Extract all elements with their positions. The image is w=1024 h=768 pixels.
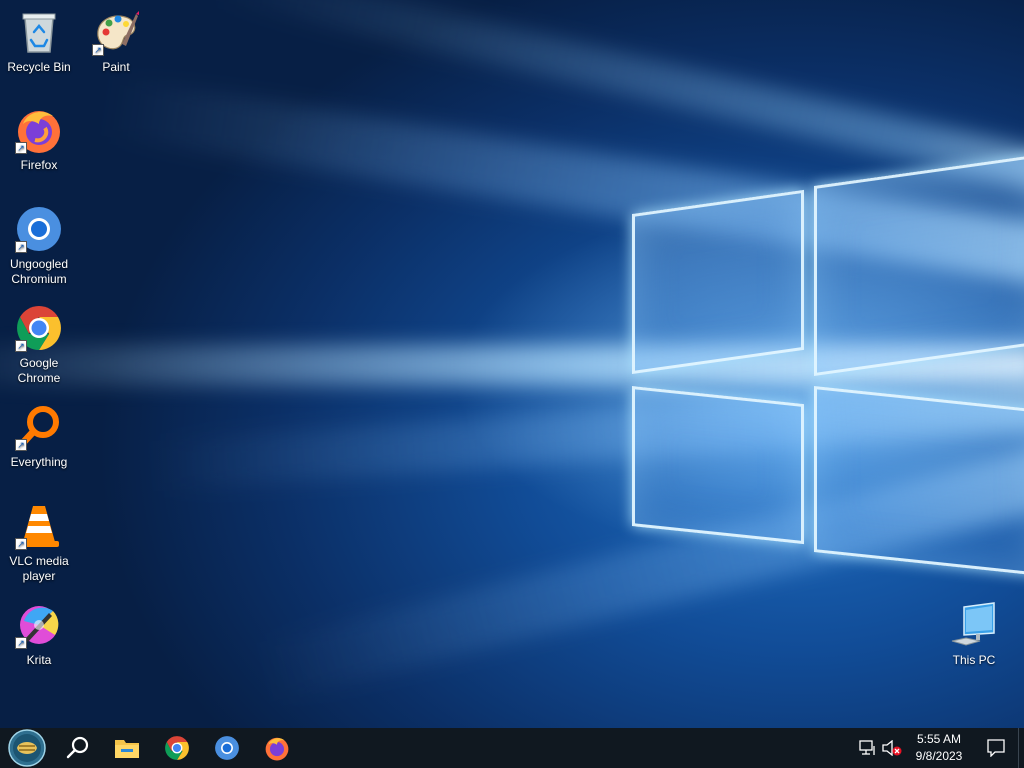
search-button[interactable] bbox=[54, 728, 102, 768]
taskbar-firefox[interactable] bbox=[252, 728, 302, 768]
system-tray: 5:55 AM 9/8/2023 bbox=[856, 728, 1024, 768]
windows-logo-pane bbox=[814, 154, 1024, 376]
firefox-label: Firefox bbox=[20, 158, 58, 172]
clock-time: 5:55 AM bbox=[916, 732, 962, 746]
volume-tray-button[interactable] bbox=[880, 728, 904, 768]
shortcut-arrow-icon: ↗ bbox=[15, 340, 27, 352]
desktop-icon-krita[interactable]: ↗ Krita bbox=[1, 601, 77, 668]
vlc-cone-icon: ↗ bbox=[15, 502, 63, 550]
google-chrome-icon: ↗ bbox=[15, 304, 63, 352]
desktop-icon-paint[interactable]: ↗ Paint bbox=[78, 8, 154, 75]
chromium-icon bbox=[215, 736, 239, 760]
taskbar-chromium[interactable] bbox=[202, 728, 252, 768]
krita-label: Krita bbox=[26, 653, 52, 667]
file-explorer-icon bbox=[115, 740, 139, 758]
taskbar: 5:55 AM 9/8/2023 bbox=[0, 728, 1024, 768]
search-icon bbox=[66, 736, 89, 759]
clock-date: 9/8/2023 bbox=[915, 749, 963, 763]
volume-muted-icon bbox=[882, 740, 902, 756]
this-pc-icon bbox=[950, 601, 998, 649]
shortcut-arrow-icon: ↗ bbox=[15, 637, 27, 649]
everything-search-icon: ↗ bbox=[15, 403, 63, 451]
recycle-bin-label: Recycle Bin bbox=[7, 60, 71, 74]
windows-logo-pane bbox=[632, 189, 804, 374]
desktop-icon-this-pc[interactable]: This PC bbox=[936, 601, 1012, 668]
desktop-icon-vlc[interactable]: ↗ VLC media player bbox=[1, 502, 77, 584]
firefox-icon: ↗ bbox=[15, 106, 63, 154]
wallpaper-light-beam bbox=[207, 0, 1024, 201]
this-pc-label: This PC bbox=[952, 653, 996, 667]
paint-palette-icon: ↗ bbox=[92, 8, 140, 56]
everything-label: Everything bbox=[10, 455, 68, 469]
desktop-icon-google-chrome[interactable]: ↗ Google Chrome bbox=[1, 304, 77, 386]
desktop-icon-firefox[interactable]: ↗ Firefox bbox=[1, 106, 77, 173]
start-orb-icon bbox=[8, 729, 46, 767]
desktop-icon-ungoogled-chromium[interactable]: ↗ Ungoogled Chromium bbox=[1, 205, 77, 287]
google-chrome-label: Google Chrome bbox=[17, 356, 61, 385]
paint-label: Paint bbox=[102, 60, 130, 74]
shortcut-arrow-icon: ↗ bbox=[15, 241, 27, 253]
google-chrome-icon bbox=[165, 736, 189, 760]
firefox-icon bbox=[265, 737, 289, 761]
ungoogled-chromium-label: Ungoogled Chromium bbox=[9, 257, 69, 286]
shortcut-arrow-icon: ↗ bbox=[15, 439, 27, 451]
shortcut-arrow-icon: ↗ bbox=[15, 538, 27, 550]
krita-icon: ↗ bbox=[15, 601, 63, 649]
action-center-button[interactable] bbox=[974, 728, 1018, 768]
network-icon bbox=[859, 740, 875, 755]
taskbar-google-chrome[interactable] bbox=[152, 728, 202, 768]
desktop-wallpaper: Recycle Bin ↗ Paint ↗ Firefox ↗ Ungoogle… bbox=[0, 0, 1024, 728]
show-desktop-button[interactable] bbox=[1018, 728, 1024, 768]
windows-logo-pane bbox=[632, 386, 804, 545]
shortcut-arrow-icon: ↗ bbox=[92, 44, 104, 56]
chromium-icon: ↗ bbox=[15, 205, 63, 253]
start-button[interactable] bbox=[0, 728, 54, 768]
shortcut-arrow-icon: ↗ bbox=[15, 142, 27, 154]
taskbar-file-explorer[interactable] bbox=[102, 728, 152, 768]
vlc-label: VLC media player bbox=[9, 554, 69, 583]
notification-icon bbox=[987, 739, 1005, 757]
windows-logo-pane bbox=[814, 386, 1024, 576]
recycle-bin-icon bbox=[15, 8, 63, 56]
desktop-icon-everything[interactable]: ↗ Everything bbox=[1, 403, 77, 470]
network-tray-button[interactable] bbox=[856, 728, 880, 768]
desktop-icon-recycle-bin[interactable]: Recycle Bin bbox=[1, 8, 77, 75]
clock[interactable]: 5:55 AM 9/8/2023 bbox=[904, 728, 974, 768]
